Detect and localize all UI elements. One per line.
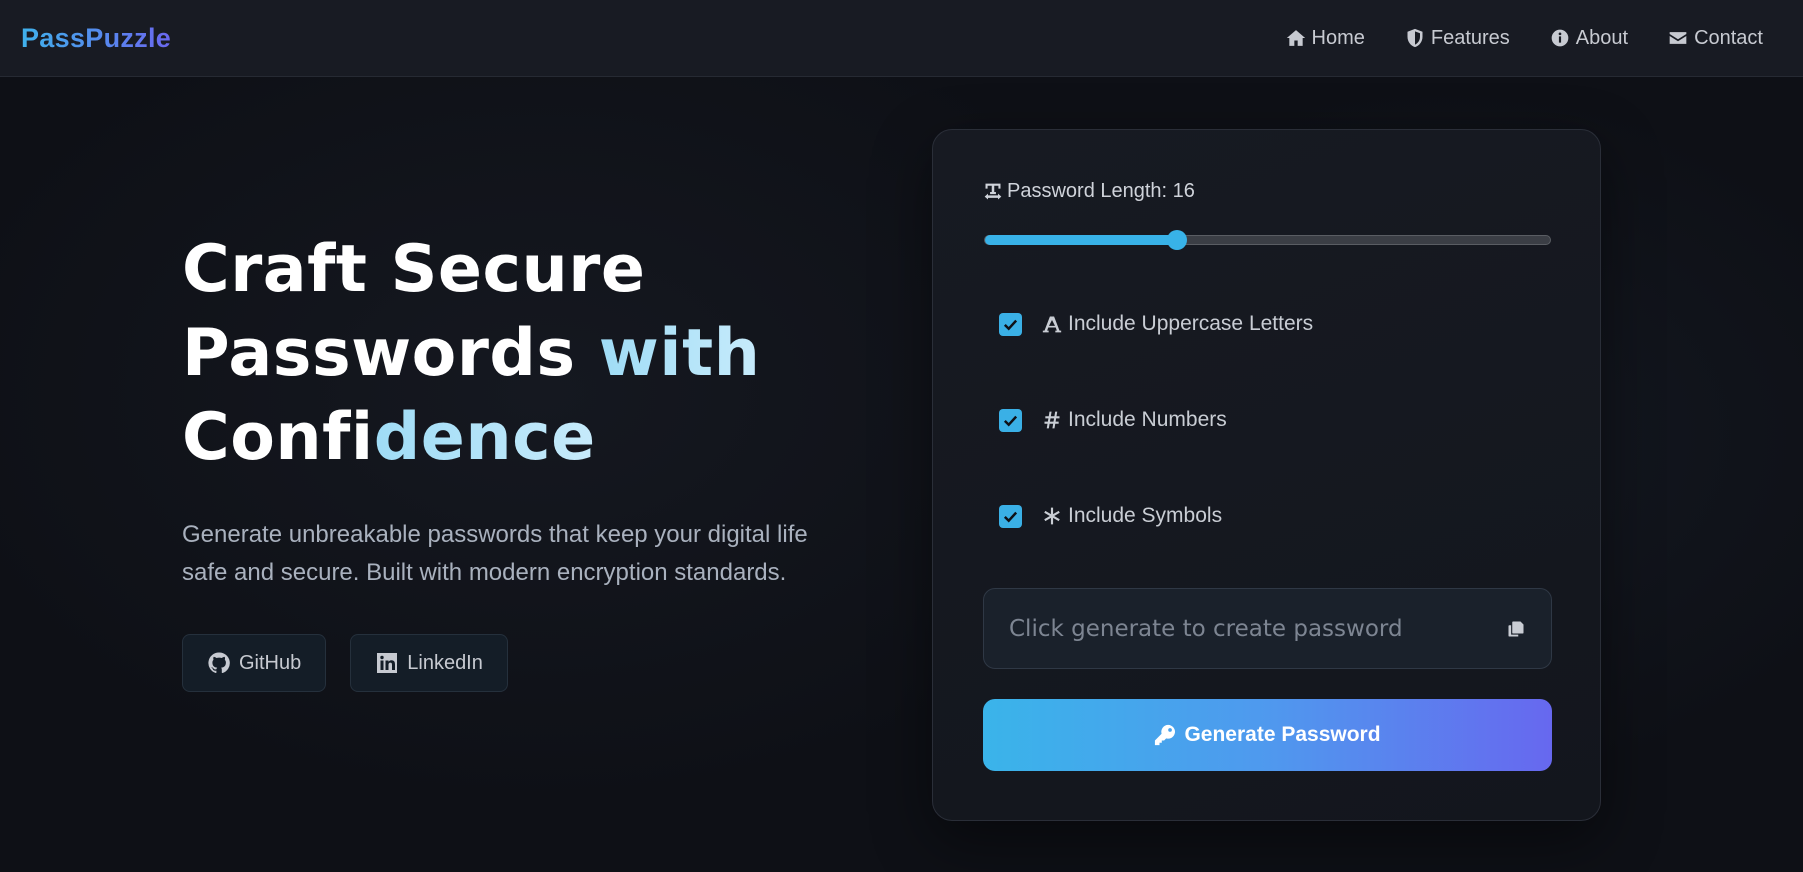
check-icon	[1003, 415, 1018, 427]
hero-title-highlight: with	[598, 316, 761, 391]
option-numbers[interactable]: Include Numbers	[999, 408, 1227, 432]
check-icon	[1003, 319, 1018, 331]
hero-title-highlight: dence	[373, 400, 596, 475]
home-icon	[1286, 30, 1305, 46]
symbols-checkbox[interactable]	[999, 504, 1022, 528]
brand-logo[interactable]: PassPuzzle	[21, 23, 171, 54]
password-field[interactable]	[1009, 615, 1449, 642]
hero-title-line: Passwords	[182, 316, 599, 391]
asterisk-icon	[1044, 507, 1060, 525]
linkedin-button-label: LinkedIn	[407, 651, 483, 674]
password-length-label: Password Length: 16	[983, 180, 1195, 203]
nav-item-about[interactable]: About	[1550, 27, 1628, 50]
nav-item-label: Home	[1311, 26, 1365, 49]
hero-section: Craft Secure Passwords with Confidence G…	[182, 228, 842, 692]
nav-item-label: About	[1575, 26, 1629, 49]
nav-item-contact[interactable]: Contact	[1668, 27, 1763, 50]
social-buttons: GitHub LinkedIn	[182, 634, 842, 692]
generate-password-button[interactable]: Generate Password	[983, 699, 1552, 771]
text-width-icon	[984, 183, 1002, 199]
github-icon	[208, 652, 230, 674]
slider-fill	[985, 235, 1178, 245]
generate-password-label: Generate Password	[1184, 723, 1381, 746]
hero-subtitle: Generate unbreakable passwords that keep…	[182, 521, 808, 586]
shield-icon	[1407, 28, 1423, 48]
nav-links: Home Features About Contact	[1286, 27, 1763, 50]
slider-thumb[interactable]	[1167, 230, 1188, 250]
option-label: Include Uppercase Letters	[1068, 312, 1314, 335]
hero-title-line: Confi	[182, 400, 374, 475]
text-height-icon	[1042, 316, 1062, 333]
nav-item-home[interactable]: Home	[1286, 27, 1365, 50]
hero-title: Craft Secure Passwords with Confidence	[182, 228, 842, 480]
key-icon	[1155, 724, 1176, 746]
password-length-slider[interactable]	[984, 230, 1551, 250]
option-label: Include Numbers	[1068, 408, 1227, 431]
hero-title-line: Craft Secure	[182, 232, 646, 307]
hashtag-icon	[1044, 411, 1060, 429]
envelope-icon	[1669, 32, 1687, 44]
nav-item-label: Contact	[1694, 26, 1763, 49]
github-button-label: GitHub	[239, 651, 302, 674]
option-uppercase[interactable]: Include Uppercase Letters	[999, 312, 1313, 336]
check-icon	[1003, 511, 1018, 523]
nav-item-label: Features	[1430, 26, 1510, 49]
password-length-text: Password Length: 16	[1007, 180, 1195, 202]
numbers-checkbox[interactable]	[999, 408, 1022, 432]
info-circle-icon	[1551, 29, 1569, 47]
github-button[interactable]: GitHub	[182, 634, 327, 692]
password-output	[983, 588, 1552, 669]
linkedin-button[interactable]: LinkedIn	[350, 634, 508, 692]
navbar: PassPuzzle Home Features About Contact	[0, 0, 1803, 77]
page: PassPuzzle Home Features About Contact C…	[0, 0, 1803, 872]
copy-icon[interactable]	[1507, 620, 1525, 638]
generator-card: Password Length: 16 Include Uppercase Le…	[932, 129, 1601, 821]
uppercase-checkbox[interactable]	[999, 312, 1022, 336]
option-symbols[interactable]: Include Symbols	[999, 504, 1222, 528]
linkedin-icon	[377, 653, 398, 673]
nav-item-features[interactable]: Features	[1405, 27, 1510, 50]
option-label: Include Symbols	[1068, 504, 1223, 527]
